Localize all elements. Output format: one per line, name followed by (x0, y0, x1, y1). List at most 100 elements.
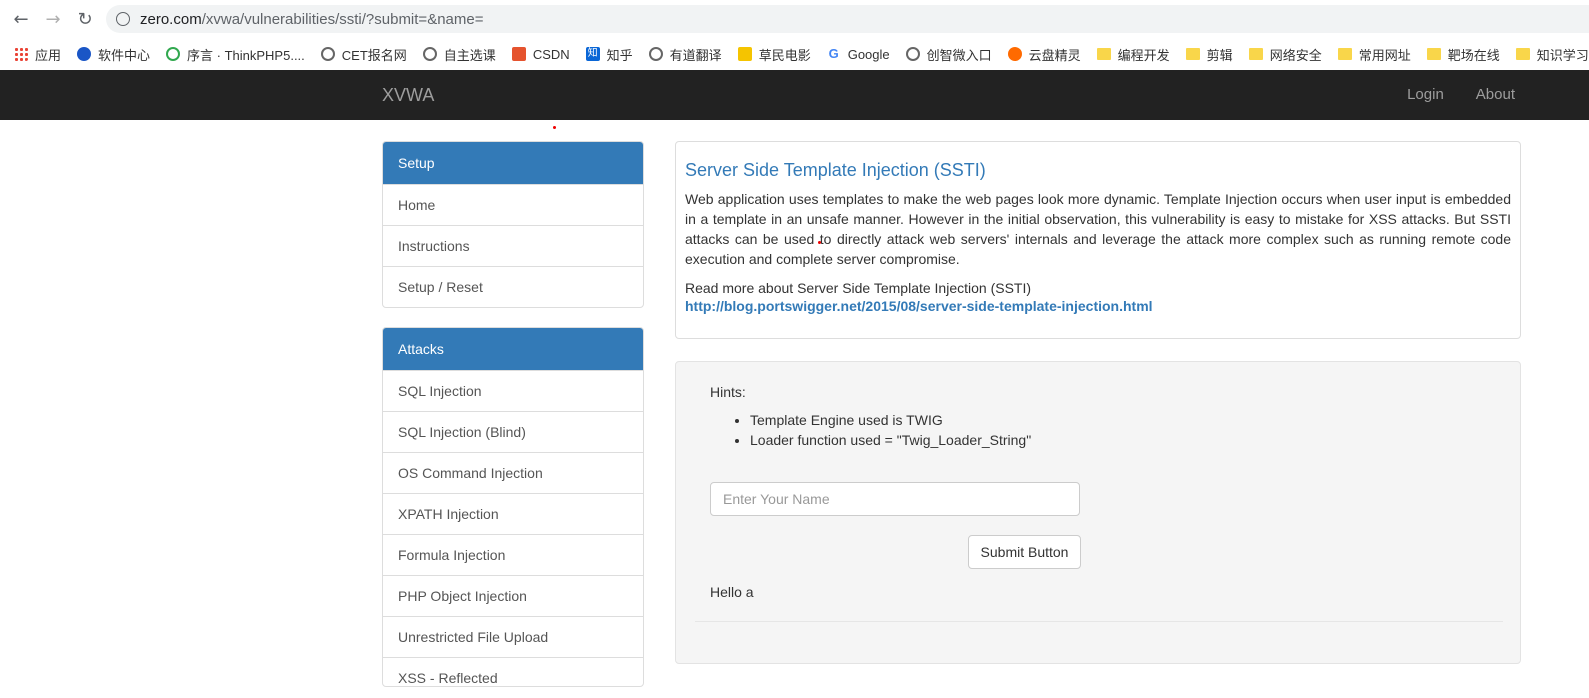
hints-label: Hints: (710, 384, 746, 400)
folder-icon (1185, 48, 1200, 60)
bookmark-folder-dev[interactable]: 编程开发 (1096, 45, 1170, 64)
bookmark-cloud-disk[interactable]: 云盘精灵 (1007, 45, 1081, 64)
bookmark-folder-range[interactable]: 靶场在线 (1426, 45, 1500, 64)
read-more-link[interactable]: http://blog.portswigger.net/2015/08/serv… (685, 298, 1511, 314)
bookmarks-bar: 应用 软件中心 序言 · ThinkPHP5.... CET报名网 自主选课 C… (0, 38, 1589, 70)
globe-icon (648, 47, 663, 61)
reload-icon[interactable]: ↻ (74, 8, 96, 30)
about-link[interactable]: About (1476, 86, 1515, 103)
bookmark-zhihu[interactable]: 知知乎 (585, 45, 633, 64)
sidebar-item-setup-reset[interactable]: Setup / Reset (383, 266, 643, 307)
bookmark-csdn[interactable]: CSDN (511, 46, 570, 62)
thinkphp-icon (166, 47, 181, 61)
zhihu-icon: 知 (585, 47, 600, 61)
bookmark-thinkphp[interactable]: 序言 · ThinkPHP5.... (166, 45, 305, 64)
bookmark-label: 自主选课 (443, 47, 496, 63)
sidebar-item-sql-injection[interactable]: SQL Injection (383, 370, 643, 411)
sidebar-item-php-object-injection[interactable]: PHP Object Injection (383, 575, 643, 616)
attacks-panel: Attacks SQL Injection SQL Injection (Bli… (382, 327, 644, 687)
bookmark-folder-learning[interactable]: 知识学习 (1515, 45, 1589, 64)
page-description: Web application uses templates to make t… (685, 191, 1511, 267)
divider (695, 621, 1503, 622)
page-title: Server Side Template Injection (SSTI) (685, 160, 986, 180)
bookmark-label: 常用网址 (1358, 47, 1411, 63)
bookmark-label: 序言 · ThinkPHP5.... (187, 47, 305, 63)
bookmark-folder-common[interactable]: 常用网址 (1337, 45, 1411, 64)
forward-arrow-icon[interactable]: → (42, 8, 64, 30)
bookmark-label: 软件中心 (98, 47, 151, 63)
folder-icon (1337, 48, 1352, 60)
browser-toolbar: ← → ↻ zero.com/xvwa/vulnerabilities/ssti… (0, 0, 1589, 38)
bookmark-label: Google (847, 46, 890, 62)
bookmark-course-selection[interactable]: 自主选课 (422, 45, 496, 64)
bookmark-cet[interactable]: CET报名网 (320, 45, 407, 64)
bookmark-apps[interactable]: 应用 (14, 45, 61, 64)
globe-icon (422, 47, 437, 61)
login-link[interactable]: Login (1407, 86, 1444, 103)
cloud-disk-icon (1007, 47, 1022, 61)
bookmark-label: 知乎 (606, 47, 633, 63)
red-dot-artifact (818, 241, 821, 244)
template-output: Hello a (710, 584, 754, 600)
back-arrow-icon[interactable]: ← (10, 8, 32, 30)
hint-item: Loader function used = "Twig_Loader_Stri… (750, 430, 1031, 450)
brand-logo[interactable]: XVWA (382, 85, 434, 106)
csdn-icon (511, 47, 526, 61)
bookmark-label: CET报名网 (341, 47, 407, 63)
folder-icon (1426, 48, 1441, 60)
bookmark-label: 云盘精灵 (1028, 47, 1081, 63)
bookmark-label: 剪辑 (1206, 47, 1233, 63)
bookmark-folder-security[interactable]: 网络安全 (1248, 45, 1322, 64)
bookmark-label: CSDN (532, 46, 570, 62)
sidebar-item-formula-injection[interactable]: Formula Injection (383, 534, 643, 575)
bookmark-youdao[interactable]: 有道翻译 (648, 45, 722, 64)
navbar-links: Login About (1407, 86, 1515, 103)
attacks-panel-heading: Attacks (383, 328, 643, 370)
sidebar-item-xpath-injection[interactable]: XPATH Injection (383, 493, 643, 534)
folder-icon (1248, 48, 1263, 60)
bookmark-movie[interactable]: 草民电影 (737, 45, 811, 64)
bookmark-label: 有道翻译 (669, 47, 722, 63)
sidebar-item-instructions[interactable]: Instructions (383, 225, 643, 266)
sidebar-item-xss-reflected[interactable]: XSS - Reflected (383, 657, 643, 698)
hints-list: Template Engine used is TWIG Loader func… (750, 410, 1031, 450)
red-dot-artifact (553, 126, 556, 129)
bookmark-label: 应用 (35, 47, 62, 63)
bookmark-creative[interactable]: 创智微入口 (905, 45, 992, 64)
hints-section: Hints: Template Engine used is TWIG Load… (710, 384, 1031, 450)
apps-grid-icon (14, 47, 28, 61)
url-host: zero.com (140, 10, 202, 28)
name-input[interactable] (710, 482, 1080, 516)
bookmark-label: 靶场在线 (1447, 47, 1500, 63)
sidebar-item-sql-injection-blind[interactable]: SQL Injection (Blind) (383, 411, 643, 452)
setup-panel-heading: Setup (383, 142, 643, 184)
ssti-form-well: Hints: Template Engine used is TWIG Load… (675, 361, 1521, 664)
movie-icon (737, 47, 752, 61)
bookmark-label: 知识学习 (1536, 47, 1589, 63)
bookmark-label: 草民电影 (758, 47, 811, 63)
submit-button[interactable]: Submit Button (968, 535, 1081, 569)
read-more-text: Read more about Server Side Template Inj… (685, 280, 1032, 296)
address-bar[interactable]: zero.com/xvwa/vulnerabilities/ssti/?subm… (106, 5, 1589, 33)
creative-icon (905, 47, 920, 61)
bookmark-google[interactable]: G Google (826, 46, 890, 62)
sidebar-item-os-command-injection[interactable]: OS Command Injection (383, 452, 643, 493)
bookmark-label: 编程开发 (1117, 47, 1170, 63)
site-info-icon[interactable] (116, 12, 130, 26)
bookmark-software-center[interactable]: 软件中心 (77, 45, 150, 64)
software-center-icon (77, 47, 92, 61)
app-navbar: XVWA Login About (0, 70, 1589, 120)
folder-icon (1515, 48, 1530, 60)
setup-panel: Setup Home Instructions Setup / Reset (382, 141, 644, 308)
sidebar-item-home[interactable]: Home (383, 184, 643, 225)
globe-icon (320, 47, 335, 61)
description-panel: Server Side Template Injection (SSTI) We… (675, 141, 1521, 339)
bookmark-folder-edit[interactable]: 剪辑 (1185, 45, 1233, 64)
url-path: /xvwa/vulnerabilities/ssti/?submit=&name… (201, 10, 484, 28)
bookmark-label: 网络安全 (1269, 47, 1322, 63)
hint-item: Template Engine used is TWIG (750, 410, 1031, 430)
folder-icon (1096, 48, 1111, 60)
google-icon: G (826, 46, 841, 61)
sidebar-item-unrestricted-file-upload[interactable]: Unrestricted File Upload (383, 616, 643, 657)
bookmark-label: 创智微入口 (926, 47, 992, 63)
